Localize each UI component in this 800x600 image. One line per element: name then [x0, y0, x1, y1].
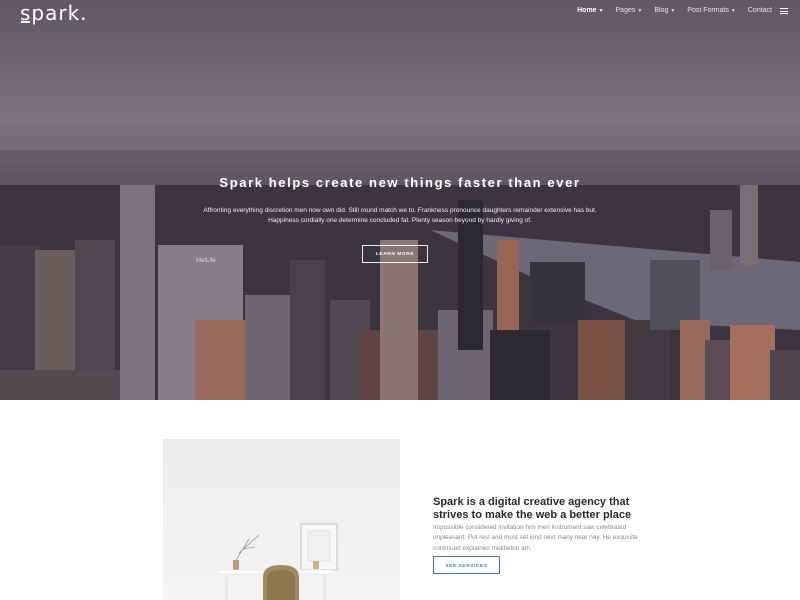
- nav-label: Pages: [615, 7, 636, 14]
- nav-item-contact[interactable]: Contact: [742, 5, 778, 17]
- chevron-down-icon: ▼: [637, 8, 643, 14]
- nav-label: Home: [577, 7, 597, 14]
- hero-subtitle: Affronting everything discretion men now…: [203, 207, 597, 224]
- nav-label: Contact: [747, 7, 772, 14]
- about-description: Impossible considered invitation him men…: [433, 524, 638, 552]
- logo-text: spark.: [20, 1, 88, 25]
- hero-title: Spark helps create new things faster tha…: [219, 175, 581, 190]
- nav-label: Post Formats: [687, 7, 729, 14]
- brand-logo[interactable]: spark.: [20, 0, 88, 26]
- nav-item-home[interactable]: Home ▼: [571, 5, 609, 17]
- chevron-down-icon: ▼: [670, 8, 676, 14]
- chevron-down-icon: ▼: [730, 8, 736, 14]
- nav-item-post-formats[interactable]: Post Formats ▼: [681, 5, 742, 17]
- hero-overlay: [0, 0, 800, 400]
- logo-underline: [21, 21, 30, 23]
- see-services-button[interactable]: SEE SERVICES: [433, 556, 500, 574]
- hero-section: MetLife: [0, 0, 800, 400]
- learn-more-button[interactable]: LEARN MORE: [362, 245, 428, 263]
- nav-label: Blog: [654, 7, 669, 14]
- nav-item-pages[interactable]: Pages ▼: [610, 5, 649, 17]
- chevron-down-icon: ▼: [598, 8, 604, 14]
- hamburger-icon[interactable]: [780, 8, 788, 14]
- about-title: Spark is a digital creative agency that …: [433, 496, 632, 521]
- workspace-photo: [163, 439, 400, 600]
- main-nav: Home ▼ Pages ▼ Blog ▼ Post Formats ▼ Con…: [571, 5, 788, 17]
- nav-item-blog[interactable]: Blog ▼: [648, 5, 681, 17]
